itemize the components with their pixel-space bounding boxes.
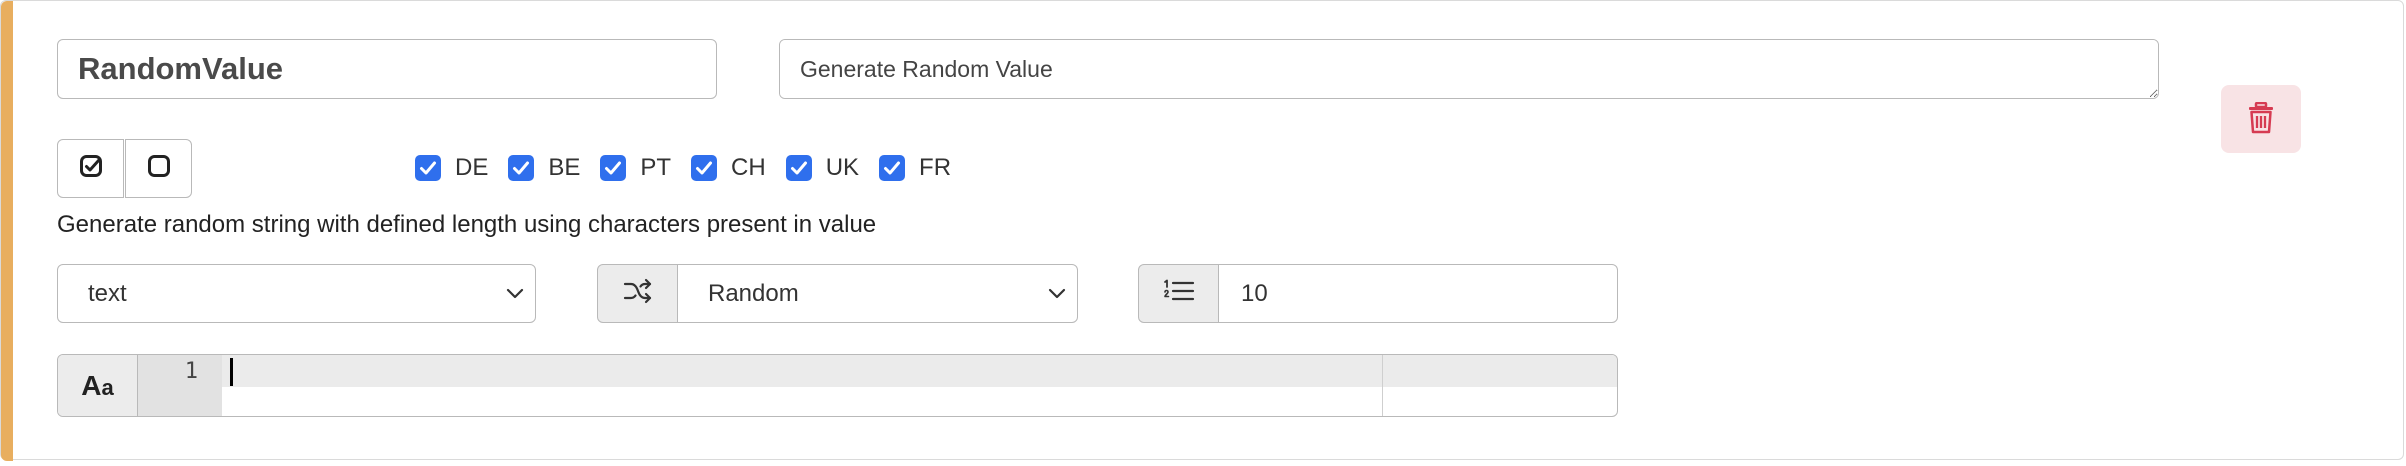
country-label: UK [825, 154, 860, 181]
checkbox-checked-icon [508, 155, 535, 181]
mode-addon [597, 264, 678, 323]
mode-select-value: Random [708, 279, 799, 307]
country-label: CH [731, 154, 766, 181]
country-checkbox-be[interactable]: BE [508, 154, 580, 182]
country-label: DE [455, 154, 489, 181]
trash-icon [2248, 101, 2274, 137]
square-check-icon [79, 154, 103, 183]
case-toggle-label: Aa [81, 369, 114, 401]
checkbox-checked-icon [879, 155, 906, 181]
country-checkbox-ch[interactable]: CH [691, 154, 766, 182]
length-addon [1138, 264, 1219, 323]
country-label: FR [919, 154, 952, 181]
country-checkbox-fr[interactable]: FR [879, 154, 951, 182]
value-editor: Aa 1 [57, 354, 1618, 417]
chevron-down-icon [1037, 288, 1077, 300]
country-label: BE [548, 154, 581, 181]
case-toggle-button[interactable]: Aa [58, 355, 138, 416]
type-select-value: text [88, 279, 127, 307]
rule-card: Generate Random Value DE [0, 0, 2404, 461]
checkbox-checked-icon [415, 155, 441, 181]
rule-name-input[interactable] [57, 39, 717, 99]
rule-description-input[interactable]: Generate Random Value [779, 39, 2159, 99]
type-select[interactable]: text [57, 264, 536, 323]
checkbox-checked-icon [785, 155, 812, 181]
length-input[interactable] [1218, 264, 1618, 323]
square-icon [147, 154, 171, 183]
accent-bar [1, 1, 13, 461]
country-checkbox-de[interactable]: DE [415, 154, 488, 182]
delete-button[interactable] [2221, 85, 2301, 153]
rule-help-text: Generate random string with defined leng… [57, 211, 877, 238]
country-checkbox-group: DE BE PT CH UK FR [415, 151, 971, 185]
line-number-gutter: 1 [138, 355, 222, 416]
list-numbered-icon [1163, 278, 1195, 309]
country-label: PT [640, 154, 672, 181]
shuffle-icon [623, 278, 653, 309]
country-checkbox-pt[interactable]: PT [600, 154, 671, 182]
value-editor-input[interactable] [222, 355, 1617, 416]
mode-select[interactable]: Random [677, 264, 1078, 323]
checkbox-checked-icon [600, 155, 627, 181]
checkbox-checked-icon [691, 155, 718, 181]
print-margin-line [1382, 355, 1383, 416]
line-number: 1 [184, 359, 198, 384]
uncheck-all-button[interactable] [125, 139, 192, 198]
country-checkbox-uk[interactable]: UK [785, 154, 860, 182]
text-cursor [230, 358, 233, 386]
check-all-button[interactable] [57, 139, 124, 198]
chevron-down-icon [495, 288, 535, 300]
